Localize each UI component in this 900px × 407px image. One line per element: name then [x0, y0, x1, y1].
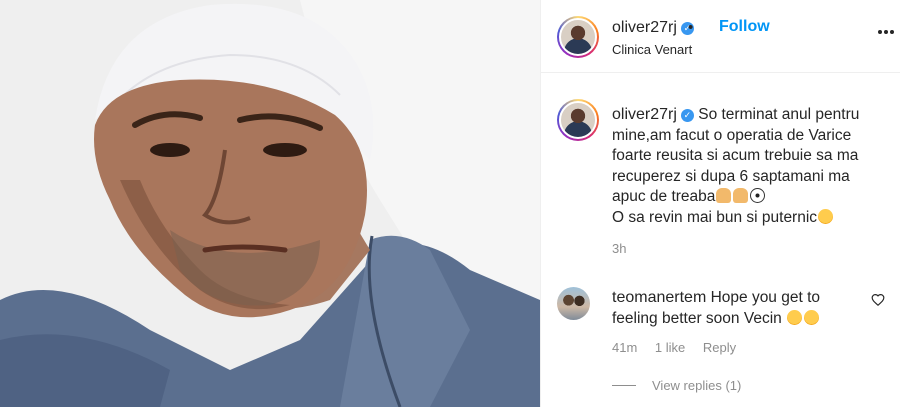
hugging-emoji-icon — [787, 310, 803, 325]
caption-timestamp[interactable]: 3h — [612, 241, 626, 256]
more-options-icon[interactable] — [878, 30, 894, 34]
selfie-illustration — [0, 0, 540, 407]
caption-username[interactable]: oliver27rj — [612, 106, 677, 123]
smiling-hearts-emoji-icon — [818, 208, 834, 224]
pray-emoji-icon — [733, 188, 749, 203]
verified-badge-icon: ✓ — [680, 109, 694, 122]
view-replies-label[interactable]: View replies (1) — [652, 378, 741, 393]
comment-text-part1: Hope you get to — [710, 289, 821, 306]
instagram-post: oliver27rj ✓ • Follow Clinica Venart oliv… — [0, 0, 900, 407]
commenter-username[interactable]: teomanertem — [612, 289, 706, 306]
commenter-avatar[interactable] — [557, 287, 590, 320]
comment-timestamp[interactable]: 41m — [612, 340, 637, 355]
author-username[interactable]: oliver27rj ✓ — [612, 19, 694, 37]
caption-line-1: So terminat anul pentru — [698, 106, 860, 123]
caption-line-4: recuperez si dupa 6 saptamani ma — [612, 167, 850, 185]
caption-line-6: O sa revin mai bun si puternic — [612, 208, 818, 226]
caption-line-5: apuc de treaba — [612, 188, 716, 205]
replies-divider-line — [612, 385, 636, 386]
hugging-emoji-icon — [804, 310, 820, 325]
comment-meta: 41m 1 like Reply — [612, 340, 750, 355]
comment-text-part2: feeling better soon Vecin — [612, 310, 782, 327]
post-side-panel: oliver27rj ✓ • Follow Clinica Venart oliv… — [540, 0, 900, 407]
view-replies-button[interactable]: View replies (1) — [612, 378, 741, 393]
author-avatar[interactable] — [557, 16, 599, 58]
soccer-ball-emoji-icon — [750, 188, 766, 203]
caption-line-3: foarte reusita si acum trebuie sa ma — [612, 147, 859, 164]
comment-body: teomanertem Hope you get to feeling bett… — [612, 287, 852, 329]
separator-dot: • — [688, 19, 694, 36]
caption-line-2: mine,am facut o operatia de Varice — [612, 126, 852, 144]
comment-likes-count[interactable]: 1 like — [655, 340, 685, 355]
post-caption: oliver27rj ✓ So terminat anul pentru mine… — [612, 105, 887, 228]
location-link[interactable]: Clinica Venart — [612, 42, 692, 57]
hands-emoji-icon — [716, 188, 732, 203]
post-photo[interactable] — [0, 0, 540, 407]
post-header: oliver27rj ✓ • Follow Clinica Venart — [541, 0, 900, 73]
reply-button[interactable]: Reply — [703, 340, 736, 355]
caption-author-avatar[interactable] — [557, 99, 599, 141]
like-comment-heart-icon[interactable] — [871, 293, 885, 307]
follow-button[interactable]: Follow — [719, 18, 770, 36]
